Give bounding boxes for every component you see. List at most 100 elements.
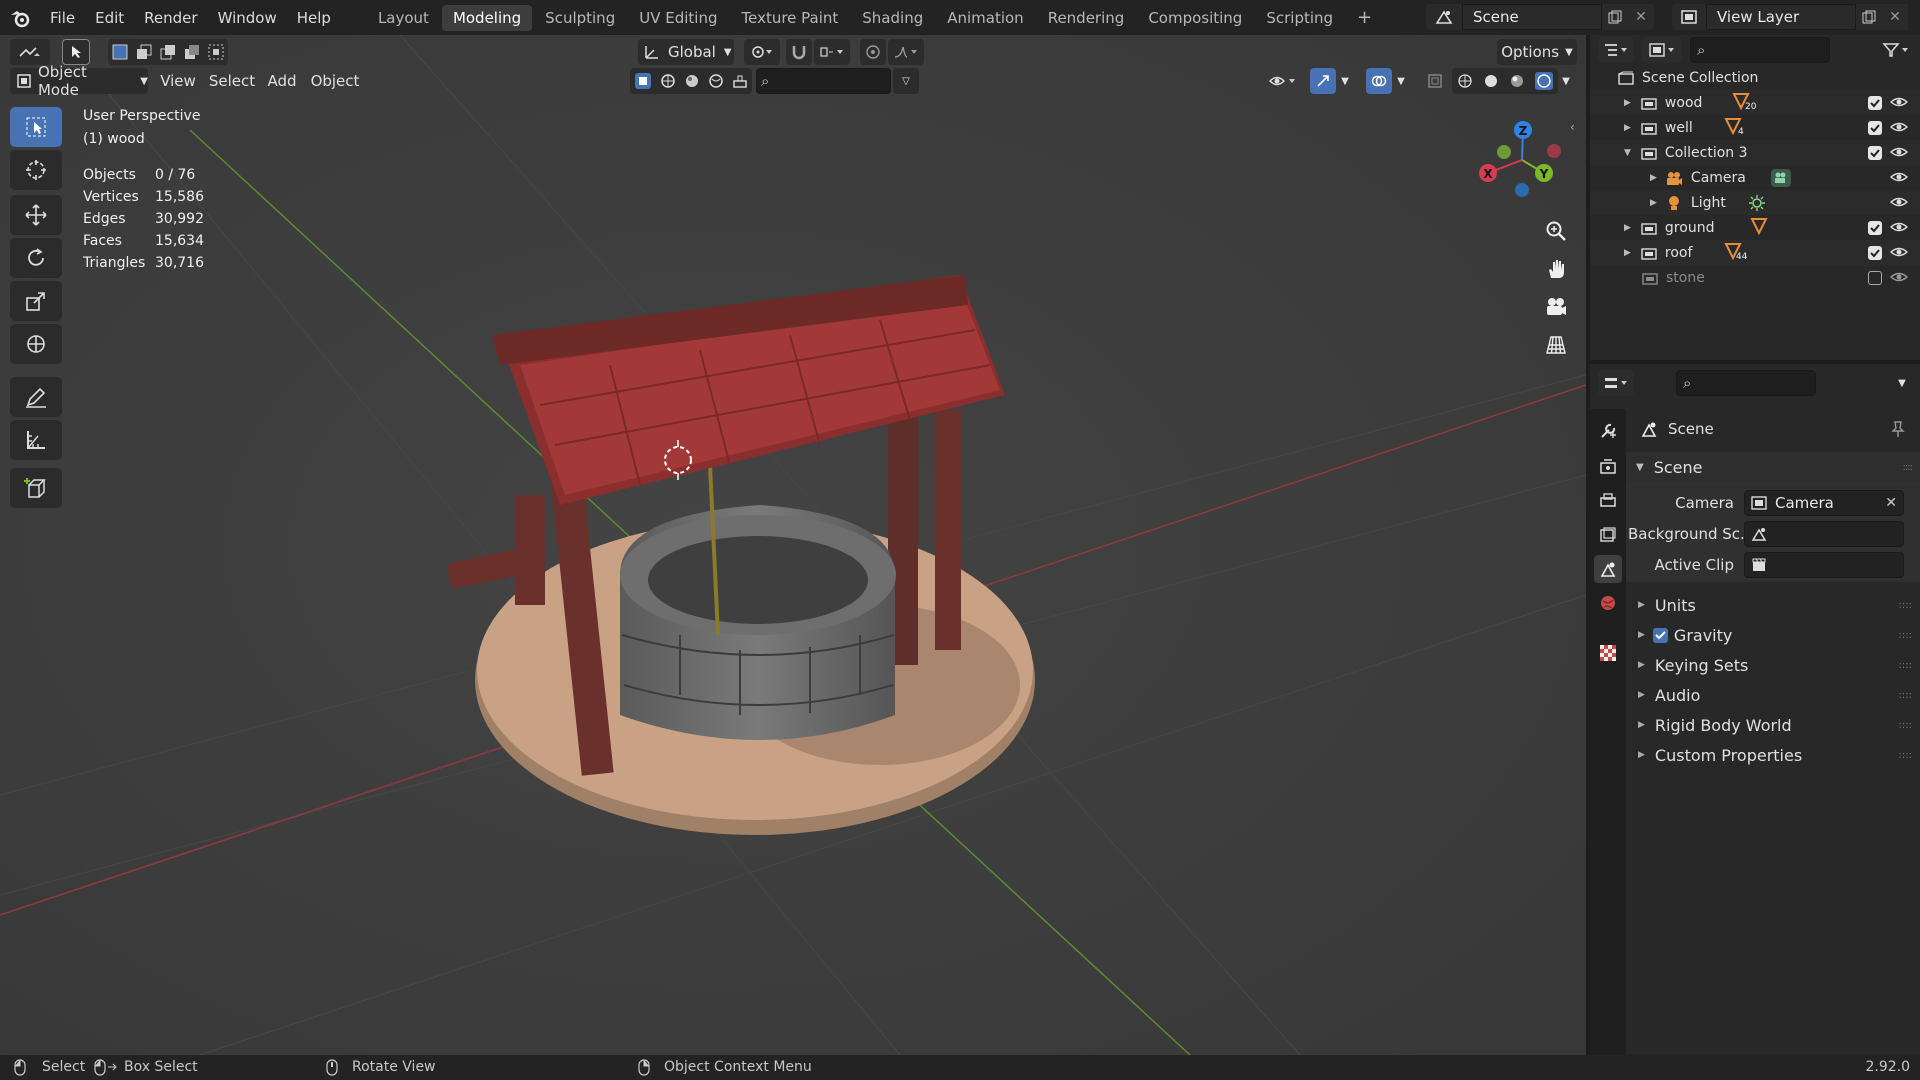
- navigation-gizmo[interactable]: Z Y X: [1470, 105, 1570, 215]
- properties-options-dropdown[interactable]: ▼: [1890, 370, 1914, 396]
- pin-icon[interactable]: [1890, 420, 1906, 438]
- select-box-tool[interactable]: [10, 107, 62, 147]
- clear-field-icon[interactable]: ✕: [1885, 495, 1897, 511]
- proportional-falloff-dropdown[interactable]: [888, 39, 924, 65]
- shading-modes[interactable]: [1452, 68, 1558, 94]
- filter-dropdown[interactable]: ▽: [893, 68, 919, 94]
- eye-icon[interactable]: [1890, 270, 1908, 284]
- viewport-search-field[interactable]: ⌕: [756, 68, 891, 94]
- menu-object[interactable]: Object: [306, 68, 364, 94]
- pan-button[interactable]: [1538, 251, 1574, 287]
- outliner-row-camera[interactable]: ▶ Camera: [1590, 165, 1920, 190]
- subpanel-keying-sets[interactable]: ▶ Keying Sets ::::: [1626, 650, 1920, 680]
- delete-view-layer-icon[interactable]: ✕: [1882, 4, 1908, 30]
- eye-icon[interactable]: [1890, 245, 1908, 259]
- blender-logo-icon[interactable]: [0, 0, 40, 35]
- scene-selector[interactable]: Scene ✕: [1426, 4, 1656, 30]
- tab-layout[interactable]: Layout: [367, 5, 440, 31]
- select-tool-mode-button[interactable]: [62, 39, 90, 65]
- tab-scripting[interactable]: Scripting: [1255, 5, 1344, 31]
- scene-icon[interactable]: [1426, 4, 1462, 30]
- subpanel-custom-properties[interactable]: ▶ Custom Properties ::::: [1626, 740, 1920, 770]
- outliner-editor-type-button[interactable]: [1598, 37, 1634, 63]
- gizmo-toggle[interactable]: [1310, 68, 1336, 94]
- snap-target-dropdown[interactable]: [814, 39, 850, 65]
- tab-texture[interactable]: [1594, 639, 1622, 667]
- pivot-point-dropdown[interactable]: [744, 39, 780, 65]
- move-tool[interactable]: [10, 195, 62, 235]
- material-icon[interactable]: [684, 73, 700, 89]
- tab-world[interactable]: [1594, 589, 1622, 617]
- visibility-dropdown[interactable]: [1264, 68, 1302, 94]
- drag-handle-icon[interactable]: ::::: [1899, 750, 1912, 761]
- cursor-tool[interactable]: [10, 150, 62, 190]
- rendered-shading-icon[interactable]: [1535, 72, 1553, 90]
- collapse-sidebar-icon[interactable]: ‹: [1570, 120, 1575, 134]
- outliner-row-roof[interactable]: ▶ roof 44: [1590, 240, 1920, 265]
- outliner-row-ground[interactable]: ▶ ground: [1590, 215, 1920, 240]
- eye-icon[interactable]: [1890, 220, 1908, 234]
- exclude-checkbox-stone[interactable]: [1868, 271, 1882, 285]
- tab-tool[interactable]: [1594, 417, 1622, 445]
- menu-select[interactable]: Select: [206, 68, 258, 94]
- gizmo-dropdown[interactable]: ▼: [1336, 68, 1354, 94]
- view-layer-name-field[interactable]: View Layer: [1706, 4, 1856, 30]
- display-mode-dropdown[interactable]: [1642, 37, 1682, 63]
- scene-name-field[interactable]: Scene: [1462, 4, 1602, 30]
- overlays-dropdown[interactable]: ▼: [1392, 68, 1410, 94]
- mode-difference-icon[interactable]: [184, 44, 200, 60]
- tab-compositing[interactable]: Compositing: [1137, 5, 1253, 31]
- proportional-edit-toggle[interactable]: [860, 39, 886, 65]
- measure-tool[interactable]: [10, 420, 62, 460]
- drag-handle-icon[interactable]: ::::: [1903, 462, 1914, 473]
- mode-dropdown[interactable]: Object Mode ▼: [10, 63, 148, 99]
- tab-texture-paint[interactable]: Texture Paint: [730, 5, 849, 31]
- menu-render[interactable]: Render: [134, 9, 207, 27]
- tab-uv-editing[interactable]: UV Editing: [628, 5, 728, 31]
- tab-scene[interactable]: [1594, 555, 1622, 583]
- exclude-checkbox-well[interactable]: [1868, 121, 1882, 135]
- menu-window[interactable]: Window: [208, 9, 287, 27]
- wireframe-shading-icon[interactable]: [1457, 73, 1473, 89]
- tab-shading[interactable]: Shading: [851, 5, 934, 31]
- expand-arrow-icon[interactable]: ▶: [1650, 173, 1657, 183]
- editor-type-button[interactable]: [10, 39, 50, 65]
- tab-modeling[interactable]: Modeling: [441, 4, 533, 31]
- scene-panel-header[interactable]: ▼ Scene ::::: [1626, 452, 1920, 482]
- tool-icon[interactable]: [732, 73, 748, 89]
- zoom-button[interactable]: [1538, 213, 1574, 249]
- drag-handle-icon[interactable]: ::::: [1899, 600, 1912, 611]
- expand-arrow-icon[interactable]: ▶: [1624, 123, 1631, 133]
- eye-icon[interactable]: [1890, 195, 1908, 209]
- expand-arrow-icon[interactable]: ▶: [1624, 248, 1631, 258]
- outliner-row-wood[interactable]: ▶ wood 20: [1590, 90, 1920, 115]
- sphere-icon[interactable]: [660, 73, 676, 89]
- exclude-checkbox-ground[interactable]: [1868, 221, 1882, 235]
- selection-mode-group[interactable]: [108, 39, 228, 65]
- outliner-row-stone[interactable]: stone: [1590, 265, 1920, 290]
- menu-help[interactable]: Help: [287, 9, 341, 27]
- outliner-row-well[interactable]: ▶ well 4: [1590, 115, 1920, 140]
- new-scene-icon[interactable]: [1602, 4, 1628, 30]
- subpanel-audio[interactable]: ▶ Audio ::::: [1626, 680, 1920, 710]
- mode-subtract-icon[interactable]: [160, 44, 176, 60]
- drag-handle-icon[interactable]: ::::: [1899, 630, 1912, 641]
- gravity-checkbox[interactable]: [1652, 627, 1668, 643]
- add-workspace-icon[interactable]: +: [1346, 3, 1383, 32]
- gizmo-x-label[interactable]: X: [1483, 167, 1493, 181]
- exclude-checkbox-collection-3[interactable]: [1868, 146, 1882, 160]
- rotate-tool[interactable]: [10, 238, 62, 278]
- delete-scene-icon[interactable]: ✕: [1628, 4, 1654, 30]
- properties-editor-type-button[interactable]: [1598, 370, 1634, 396]
- drag-handle-icon[interactable]: ::::: [1899, 690, 1912, 701]
- world-icon[interactable]: [708, 73, 724, 89]
- tab-output[interactable]: [1594, 487, 1622, 515]
- expand-arrow-icon[interactable]: ▶: [1650, 198, 1657, 208]
- camera-field[interactable]: Camera ✕: [1744, 490, 1904, 516]
- material-preview-icon[interactable]: [1509, 73, 1525, 89]
- exclude-checkbox-roof[interactable]: [1868, 246, 1882, 260]
- menu-edit[interactable]: Edit: [85, 9, 134, 27]
- add-cube-tool[interactable]: [10, 468, 62, 508]
- expand-arrow-icon[interactable]: ▶: [1624, 98, 1631, 108]
- select-box-icon[interactable]: [634, 72, 652, 90]
